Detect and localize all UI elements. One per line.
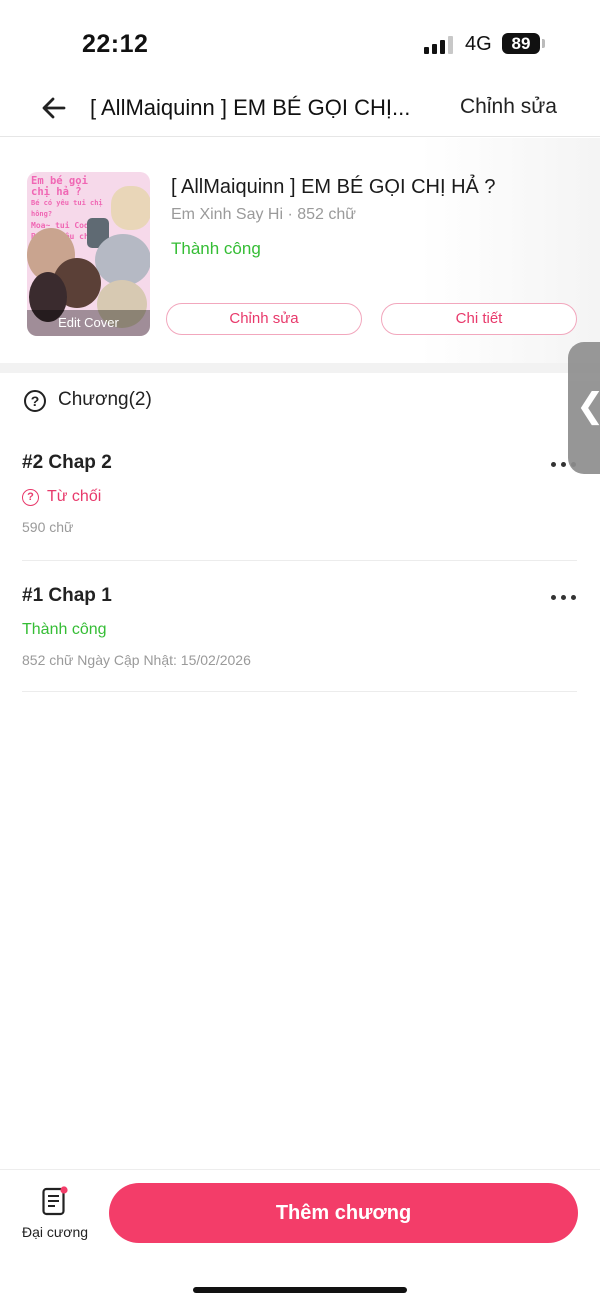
cover-photo <box>95 234 150 286</box>
detail-button[interactable]: Chi tiết <box>381 303 577 335</box>
help-icon[interactable]: ? <box>24 390 46 412</box>
chapter-status: Thành công <box>22 621 107 638</box>
network-label: 4G <box>465 33 492 55</box>
rejected-icon: ? <box>22 489 39 506</box>
battery-icon: 89 <box>502 33 540 54</box>
status-time: 22:12 <box>82 30 149 58</box>
battery-tip <box>542 39 545 48</box>
book-title: [ AllMaiquinn ] EM BÉ GỌI CHỊ HẢ ? <box>171 176 496 198</box>
side-panel-handle[interactable]: ❮ <box>568 342 600 474</box>
add-chapter-button[interactable]: Thêm chương <box>109 1183 578 1243</box>
chevron-left-icon: ❮ <box>576 386 600 426</box>
chapter-status: Từ chối <box>47 488 102 505</box>
edit-book-button[interactable]: Chỉnh sửa <box>166 303 362 335</box>
nav-header: [ AllMaiquinn ] EM BÉ GỌI CHỊ... Chỉnh s… <box>0 80 600 137</box>
outline-label[interactable]: Đại cương <box>22 1224 88 1240</box>
book-status: Thành công <box>171 239 261 258</box>
chapter-row[interactable]: #2 Chap 2 ? Từ chối 590 chữ <box>22 440 577 561</box>
page-title: [ AllMaiquinn ] EM BÉ GỌI CHỊ... <box>90 95 411 120</box>
outline-document-icon[interactable] <box>42 1186 68 1216</box>
back-arrow-icon[interactable] <box>38 92 70 124</box>
chapter-title: #1 Chap 1 <box>22 585 112 606</box>
signal-icon <box>424 36 454 54</box>
more-options-icon[interactable] <box>549 595 579 603</box>
book-meta: Em Xinh Say Hi · 852 chữ <box>171 206 357 223</box>
cover-photo <box>111 186 150 230</box>
section-divider <box>0 363 600 373</box>
status-bar: 22:12 4G 89 <box>0 0 600 80</box>
edit-cover-label[interactable]: Edit Cover <box>27 310 150 336</box>
chapter-meta: 852 chữ Ngày Cập Nhật: 15/02/2026 <box>22 652 251 668</box>
book-cover[interactable]: Em bé gọi chị hả ? Bé có yêu tui chị hôn… <box>27 172 150 336</box>
home-indicator <box>193 1287 407 1293</box>
chapters-heading: Chương(2) <box>58 389 152 410</box>
chapter-meta: 590 chữ <box>22 519 74 535</box>
chapter-row[interactable]: #1 Chap 1 Thành công 852 chữ Ngày Cập Nh… <box>22 561 577 692</box>
chapter-title: #2 Chap 2 <box>22 452 112 473</box>
header-edit-button[interactable]: Chỉnh sửa <box>460 95 557 119</box>
